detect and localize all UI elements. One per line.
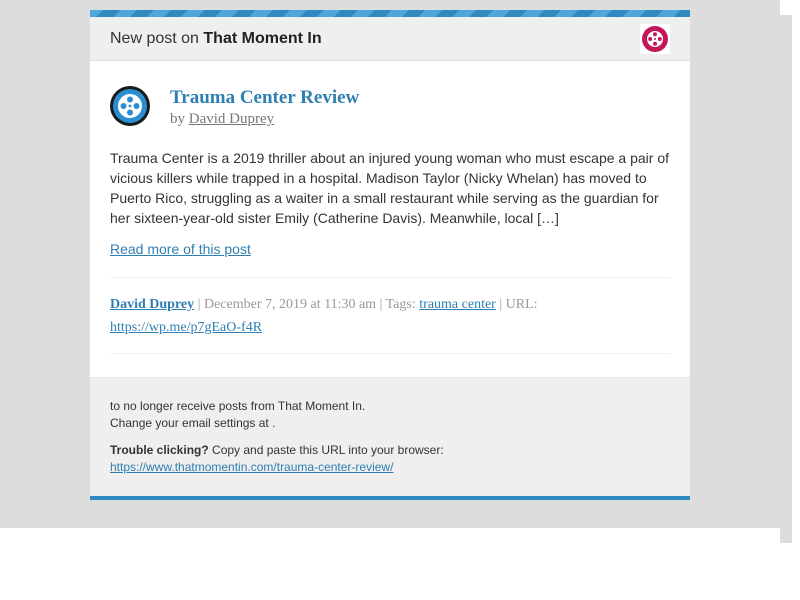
meta-separator: | [194,297,204,312]
short-url-link[interactable]: https://wp.me/p7gEaO-f4R [110,320,262,335]
post-heading: Trauma Center Review by David Duprey [110,85,670,128]
trouble-clicking-text: Trouble clicking? Copy and paste this UR… [110,442,670,459]
site-name: That Moment In [203,29,322,47]
post-excerpt: Trauma Center is a 2019 thriller about a… [110,150,670,226]
post-avatar[interactable] [110,86,150,126]
divider [110,277,670,278]
trouble-clicking-instructions: Copy and paste this URL into your browse… [208,443,444,457]
site-logo[interactable] [640,23,670,54]
post-meta: David Duprey | December 7, 2019 at 11:30… [110,293,670,339]
byline-prefix: by [170,111,189,127]
email-card: New post on That Moment In Trauma Center… [90,10,690,500]
unsubscribe-text: to no longer receive posts from That Mom… [110,399,366,413]
email-header: New post on That Moment In [90,17,690,61]
header-prefix: New post on [110,29,204,47]
header-title: New post on That Moment In [110,30,322,48]
bottom-bar [90,496,690,500]
top-stripe [90,10,690,17]
post-content: Trauma Center Review by David Duprey Tra… [90,85,690,354]
full-post-url-link[interactable]: https://www.thatmomentin.com/trauma-cent… [110,460,393,474]
post-author-link[interactable]: David Duprey [189,111,274,127]
email-footer: to no longer receive posts from That Mom… [90,377,690,497]
right-strip [780,15,792,543]
meta-tags-prefix: | Tags: [376,297,420,312]
post-title-link[interactable]: Trauma Center Review [170,87,359,109]
meta-author-link[interactable]: David Duprey [110,297,194,312]
read-more-link[interactable]: Read more of this post [110,241,251,257]
film-reel-icon [113,89,147,123]
email-settings-text: Change your email settings at . [110,416,276,430]
post-heading-text: Trauma Center Review by David Duprey [170,85,359,128]
divider [110,353,670,354]
post-byline: by David Duprey [170,111,359,128]
film-reel-icon [642,25,668,52]
meta-date: December 7, 2019 at 11:30 am [203,297,377,312]
trouble-clicking-label: Trouble clicking? [110,443,209,457]
tag-link[interactable]: trauma center [419,297,496,312]
meta-url-prefix: | URL: [495,297,538,312]
